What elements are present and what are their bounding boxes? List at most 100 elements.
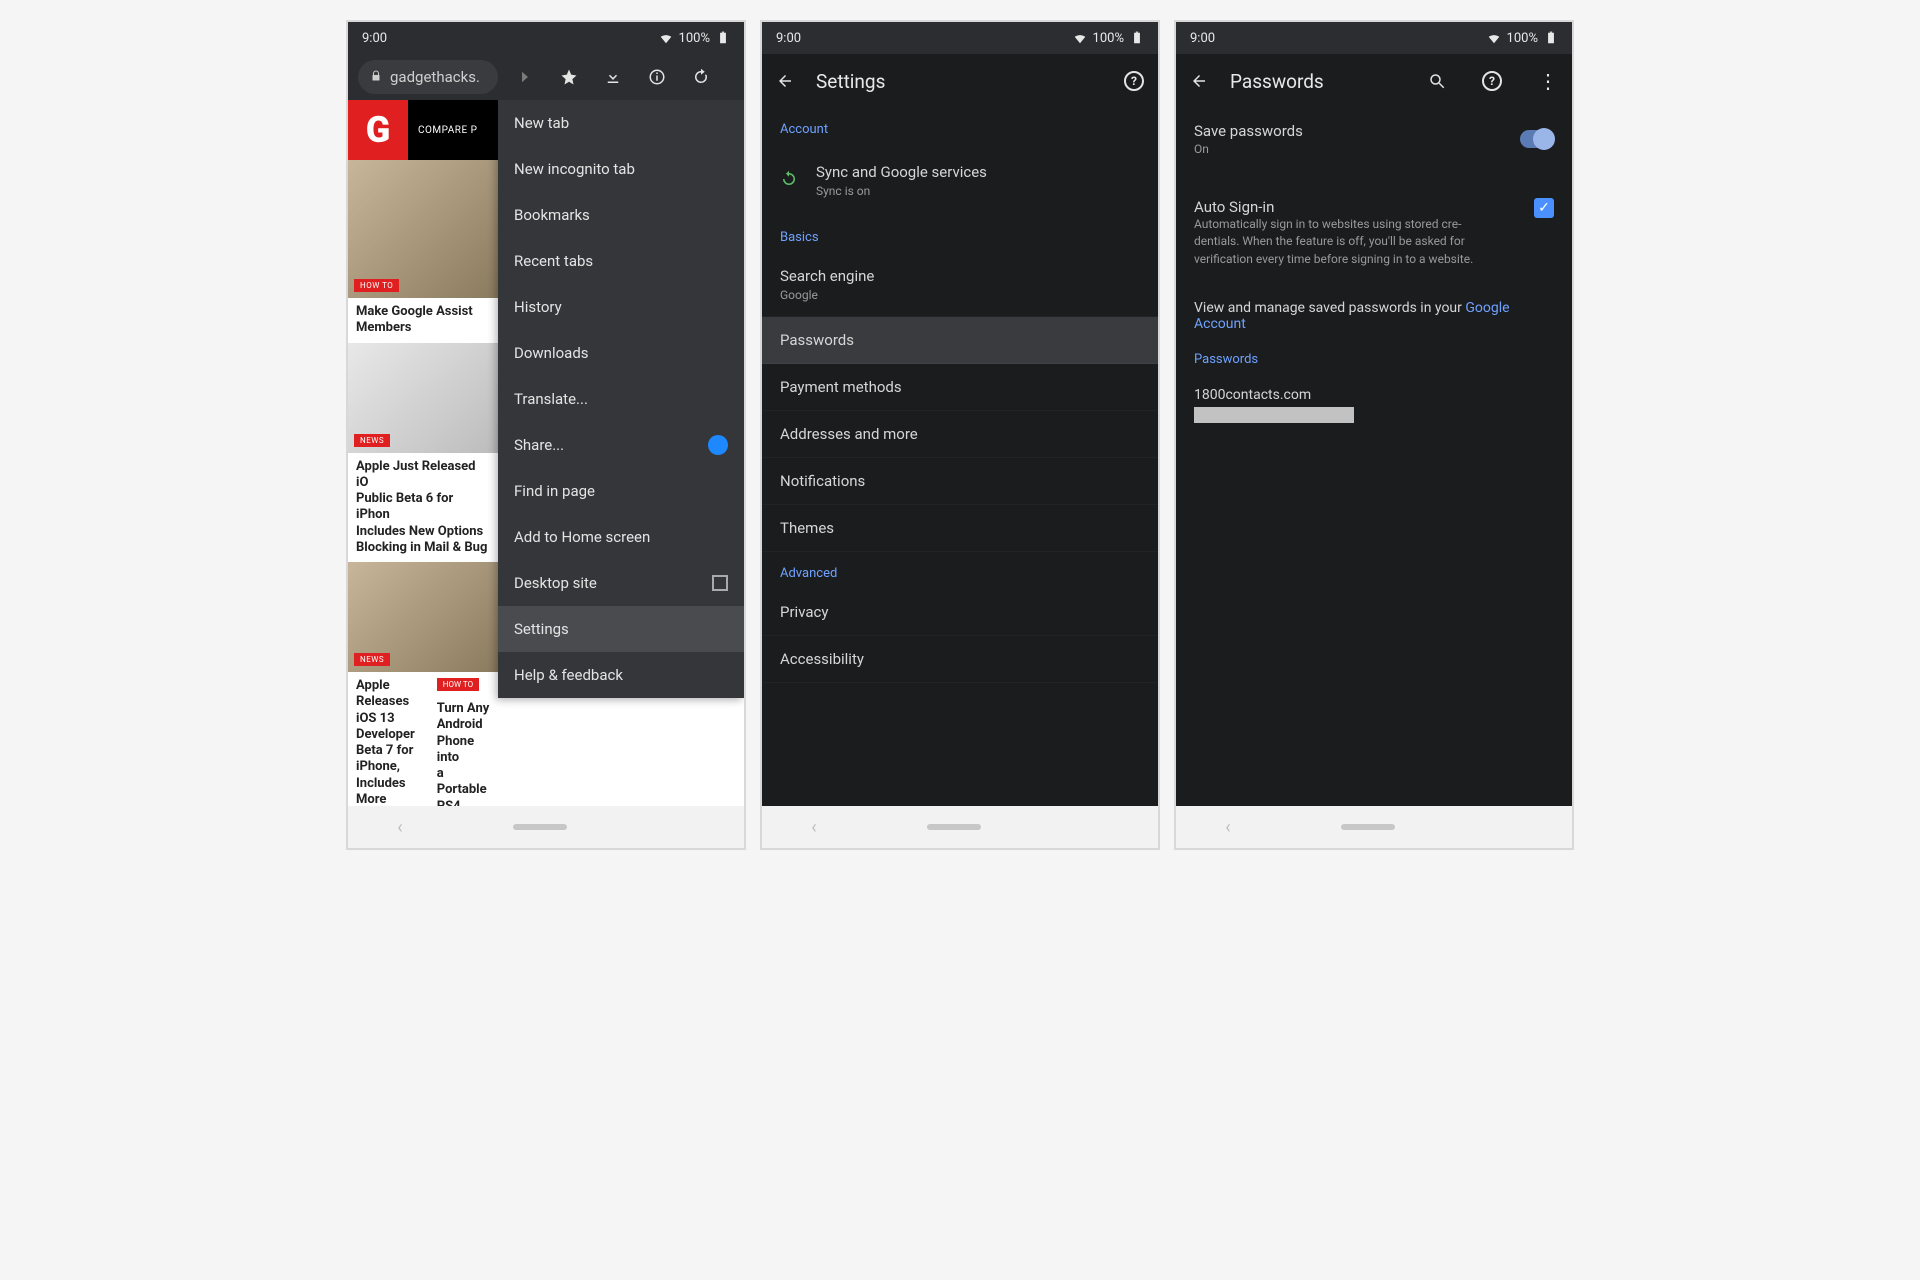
article-thumb[interactable]: HOW TO [348,160,498,298]
url-field[interactable]: gadgethacks. [358,60,498,94]
app-bar: Passwords ? ⋮ [1176,54,1572,108]
wifi-icon [659,31,673,45]
info-icon[interactable] [648,68,666,86]
toggle-switch[interactable] [1520,130,1554,148]
menu-history[interactable]: History [498,284,744,330]
article-title[interactable]: Apple Just Released iO Public Beta 6 for… [348,453,498,563]
save-passwords-row[interactable]: Save passwords On [1176,108,1572,170]
settings-privacy[interactable]: Privacy [762,589,1158,636]
back-icon[interactable] [1190,72,1208,90]
status-bar: 9:00 100% [348,22,744,54]
menu-translate[interactable]: Translate... [498,376,744,422]
menu-help[interactable]: Help & feedback [498,652,744,698]
menu-desktop-site[interactable]: Desktop site [498,560,744,606]
back-icon[interactable] [776,72,794,90]
status-battery: 100% [679,31,710,46]
password-site: 1800contacts.com [1194,387,1554,403]
password-entry[interactable]: 1800contacts.com [1176,375,1572,435]
nav-back-icon[interactable]: ‹ [397,817,402,838]
status-battery: 100% [1093,31,1124,46]
site-logo-text: COMPARE P [408,125,477,136]
status-bar: 9:00 100% [762,22,1158,54]
settings-payment[interactable]: Payment methods [762,364,1158,411]
download-icon[interactable] [604,68,622,86]
forward-icon[interactable] [516,68,534,86]
settings-themes[interactable]: Themes [762,505,1158,552]
menu-new-tab[interactable]: New tab [498,100,744,146]
overflow-menu: New tab New incognito tab Bookmarks Rece… [498,100,744,698]
status-time: 9:00 [776,31,801,46]
settings-sync[interactable]: Sync and Google services Sync is on [762,145,1158,216]
nav-home-pill[interactable] [1341,824,1395,830]
menu-share[interactable]: Share... [498,422,744,468]
phone-passwords: 9:00 100% Passwords ? ⋮ Save passwords O… [1174,20,1574,850]
checkbox-unchecked-icon[interactable] [712,575,728,591]
section-account: Account [762,108,1158,145]
lock-icon [370,68,382,86]
settings-passwords[interactable]: Passwords [762,317,1158,364]
battery-icon [1130,31,1144,45]
battery-icon [1544,31,1558,45]
help-icon[interactable]: ? [1482,71,1502,91]
status-time: 9:00 [1190,31,1215,46]
article-title[interactable]: Apple Releases iOS 13 Developer Beta 7 f… [348,672,423,806]
passwords-body[interactable]: Save passwords On Auto Sign-in Automatic… [1176,108,1572,806]
settings-addresses[interactable]: Addresses and more [762,411,1158,458]
wifi-icon [1487,31,1501,45]
manage-passwords-text: View and manage saved passwords in your … [1176,282,1572,338]
tag-news: NEWS [354,653,390,666]
menu-settings[interactable]: Settings [498,606,744,652]
article-title[interactable]: Turn Any Android Phone into a Portable P… [429,695,498,806]
menu-add-home[interactable]: Add to Home screen [498,514,744,560]
messenger-icon [708,435,728,455]
settings-accessibility[interactable]: Accessibility [762,636,1158,683]
battery-icon [716,31,730,45]
android-nav-bar: ‹ [762,806,1158,848]
article-thumb[interactable]: NEWS [348,343,498,453]
article-thumb[interactable]: NEWS [348,562,498,672]
article-title[interactable]: Make Google Assist Members [348,298,498,343]
menu-downloads[interactable]: Downloads [498,330,744,376]
settings-list[interactable]: Account Sync and Google services Sync is… [762,108,1158,806]
save-passwords-sub: On [1194,142,1303,156]
menu-recent-tabs[interactable]: Recent tabs [498,238,744,284]
section-basics: Basics [762,216,1158,253]
app-bar: Settings ? [762,54,1158,108]
reload-icon[interactable] [692,68,710,86]
url-text: gadgethacks. [390,68,480,86]
site-header: G COMPARE P [348,100,498,160]
menu-new-incognito[interactable]: New incognito tab [498,146,744,192]
save-passwords-label: Save passwords [1194,122,1303,140]
nav-home-pill[interactable] [513,824,567,830]
sync-icon [780,170,798,192]
settings-search-engine[interactable]: Search engine Google [762,253,1158,317]
menu-find[interactable]: Find in page [498,468,744,514]
tag-howto: HOW TO [437,678,479,691]
browser-content: New tab New incognito tab Bookmarks Rece… [348,100,744,806]
status-bar: 9:00 100% [1176,22,1572,54]
url-bar: gadgethacks. [348,54,744,100]
phone-browser-menu: 9:00 100% gadgethacks. New tab New incog… [346,20,746,850]
nav-back-icon[interactable]: ‹ [1225,817,1230,838]
auto-signin-desc: Automatically sign in to websites using … [1194,216,1473,268]
help-icon[interactable]: ? [1124,71,1144,91]
auto-signin-row[interactable]: Auto Sign-in Automatically sign in to we… [1176,184,1572,282]
status-battery: 100% [1507,31,1538,46]
sync-sub: Sync is on [816,184,987,198]
android-nav-bar: ‹ [1176,806,1572,848]
checkbox-checked-icon[interactable]: ✓ [1534,198,1554,218]
settings-notifications[interactable]: Notifications [762,458,1158,505]
android-nav-bar: ‹ [348,806,744,848]
menu-bookmarks[interactable]: Bookmarks [498,192,744,238]
auto-signin-label: Auto Sign-in [1194,198,1473,216]
section-passwords: Passwords [1176,338,1572,375]
site-logo[interactable]: G [348,100,408,160]
nav-back-icon[interactable]: ‹ [811,817,816,838]
password-redacted-bar [1194,407,1354,423]
search-icon[interactable] [1428,72,1446,90]
tag-news: NEWS [354,434,390,447]
tag-howto: HOW TO [354,279,399,292]
nav-home-pill[interactable] [927,824,981,830]
section-advanced: Advanced [762,552,1158,589]
star-icon[interactable] [560,68,578,86]
